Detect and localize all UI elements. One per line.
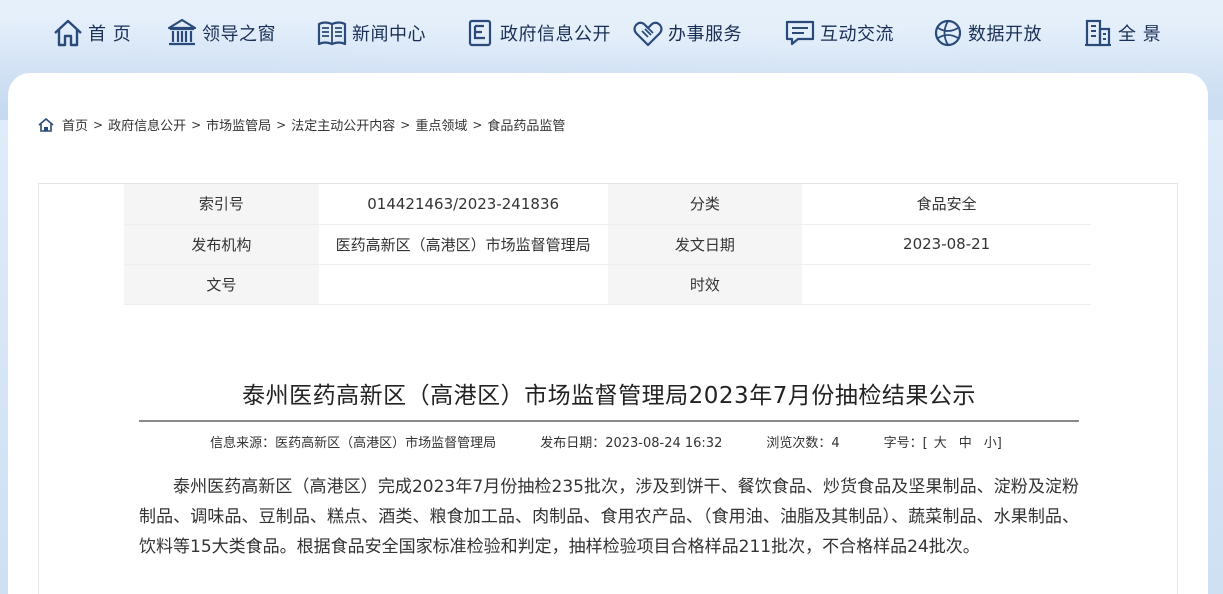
font-medium-button[interactable]: 中 — [959, 436, 972, 451]
city-icon — [1085, 19, 1111, 47]
breadcrumb-gov-info[interactable]: 政府信息公开 — [108, 115, 186, 134]
nav-item-services[interactable]: 办事服务 — [632, 14, 742, 52]
category-value: 食品安全 — [802, 184, 1091, 225]
breadcrumb-food-drug[interactable]: 食品药品监管 — [487, 115, 565, 134]
breadcrumb-separator: > — [400, 117, 411, 132]
font-small-button[interactable]: 小] — [984, 436, 1002, 451]
breadcrumb-separator: > — [191, 117, 202, 132]
nav-item-open-data[interactable]: 数据开放 — [932, 14, 1042, 52]
article-title: 泰州医药高新区（高港区）市场监督管理局2023年7月份抽检结果公示 — [242, 383, 976, 409]
metadata-table: 索引号 014421463/2023-241836 分类 食品安全 发布机构 医… — [124, 184, 1091, 305]
docno-label: 文号 — [124, 264, 319, 305]
info-views: 浏览次数：4 — [766, 436, 840, 451]
nav-item-gov-info[interactable]: 政府信息公开 — [464, 14, 611, 52]
table-row: 文号 时效 — [124, 264, 1091, 305]
nav-item-home[interactable]: 首 页 — [52, 14, 131, 52]
content-card: 首页 > 政府信息公开 > 市场监管局 > 法定主动公开内容 > 重点领域 > … — [8, 73, 1208, 594]
home-icon — [54, 19, 82, 47]
table-row: 发布机构 医药高新区（高港区）市场监督管理局 发文日期 2023-08-21 — [124, 224, 1091, 265]
breadcrumb-key-areas[interactable]: 重点领域 — [415, 115, 467, 134]
nav-item-interaction[interactable]: 互动交流 — [784, 14, 894, 52]
article-body: 泰州医药高新区（高港区）完成2023年7月份抽检235批次，涉及到饼干、餐饮食品… — [139, 477, 1079, 557]
font-large-button[interactable]: 大 — [934, 436, 947, 451]
top-navigation: 首 页 领导之窗 新闻中心 政府信息公开 办事服务 互动交流 数据开放 全 景 — [0, 0, 1223, 66]
nav-item-leaders[interactable]: 领导之窗 — [166, 14, 276, 52]
breadcrumb-market-bureau[interactable]: 市场监管局 — [206, 115, 271, 134]
font-size-control: 字号：[ 大中小] — [884, 432, 1008, 451]
date-value: 2023-08-21 — [802, 224, 1091, 265]
index-value: 014421463/2023-241836 — [318, 184, 608, 225]
validity-label: 时效 — [607, 264, 803, 305]
info-source: 信息来源：医药高新区（高港区）市场监督管理局 — [210, 436, 497, 451]
validity-value — [802, 264, 1091, 305]
breadcrumb-separator: > — [276, 117, 287, 132]
publisher-label: 发布机构 — [124, 224, 319, 265]
publisher-value: 医药高新区（高港区）市场监督管理局 — [318, 224, 608, 265]
building-icon — [167, 18, 197, 46]
article-panel: 索引号 014421463/2023-241836 分类 食品安全 发布机构 医… — [38, 183, 1178, 594]
breadcrumb-separator: > — [472, 117, 483, 132]
globe-icon — [934, 19, 962, 47]
breadcrumb: 首页 > 政府信息公开 > 市场监管局 > 法定主动公开内容 > 重点领域 > … — [38, 115, 565, 134]
breadcrumb-separator: > — [93, 117, 104, 132]
home-icon — [38, 117, 54, 132]
date-label: 发文日期 — [607, 224, 803, 265]
breadcrumb-statutory-content[interactable]: 法定主动公开内容 — [291, 115, 395, 134]
chat-icon — [785, 20, 815, 46]
article-info-bar: 信息来源：医药高新区（高港区）市场监督管理局 发布日期：2023-08-24 1… — [139, 432, 1079, 451]
table-row: 索引号 014421463/2023-241836 分类 食品安全 — [124, 184, 1091, 225]
nav-item-panorama[interactable]: 全 景 — [1082, 14, 1161, 52]
font-size-label: 字号：[ — [883, 436, 928, 451]
book-icon — [317, 21, 347, 46]
handshake-icon — [633, 21, 663, 47]
breadcrumb-home[interactable]: 首页 — [62, 115, 88, 134]
docno-value — [318, 264, 608, 305]
document-icon — [468, 19, 492, 47]
nav-item-news[interactable]: 新闻中心 — [316, 14, 426, 52]
category-label: 分类 — [607, 184, 803, 225]
info-published: 发布日期：2023-08-24 16:32 — [540, 436, 723, 451]
index-label: 索引号 — [124, 184, 319, 225]
title-divider — [139, 420, 1079, 422]
